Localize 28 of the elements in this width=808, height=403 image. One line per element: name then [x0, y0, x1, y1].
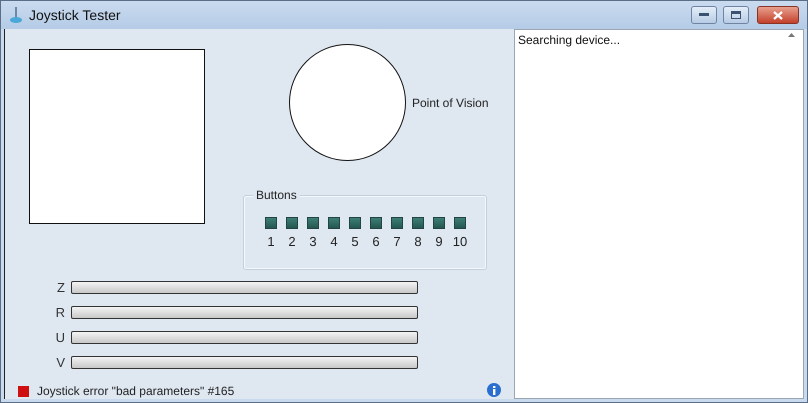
scroll-up-icon[interactable] — [788, 33, 794, 37]
button-number: 8 — [414, 234, 422, 249]
axis-label: R — [54, 304, 65, 320]
button-number: 7 — [393, 234, 401, 249]
log-text: Searching device... — [518, 33, 622, 49]
info-icon[interactable] — [486, 383, 502, 399]
status-text: Joystick error "bad parameters" #165 — [37, 384, 236, 398]
minimize-icon — [699, 13, 709, 17]
joystick-icon — [9, 6, 23, 24]
button-number: 2 — [288, 234, 296, 249]
group-title: Buttons — [253, 188, 300, 202]
maximize-icon — [731, 11, 741, 19]
axis-label: U — [54, 330, 65, 344]
minimize-button[interactable] — [691, 6, 717, 24]
button-number: 9 — [435, 234, 443, 249]
button-number: 4 — [330, 234, 338, 249]
button-number: 10 — [452, 234, 468, 249]
axis-label: Z — [56, 280, 65, 294]
axis-label: V — [55, 354, 65, 370]
close-icon — [773, 10, 783, 20]
point-of-vision-label: Point of Vision — [412, 96, 488, 110]
button-number: 5 — [351, 234, 359, 249]
window-title: Joystick Tester — [29, 7, 122, 23]
close-button[interactable] — [757, 6, 799, 24]
button-number: 1 — [267, 234, 275, 249]
button-number: 3 — [309, 234, 317, 249]
button-number: 6 — [372, 234, 380, 249]
maximize-button[interactable] — [723, 6, 749, 24]
